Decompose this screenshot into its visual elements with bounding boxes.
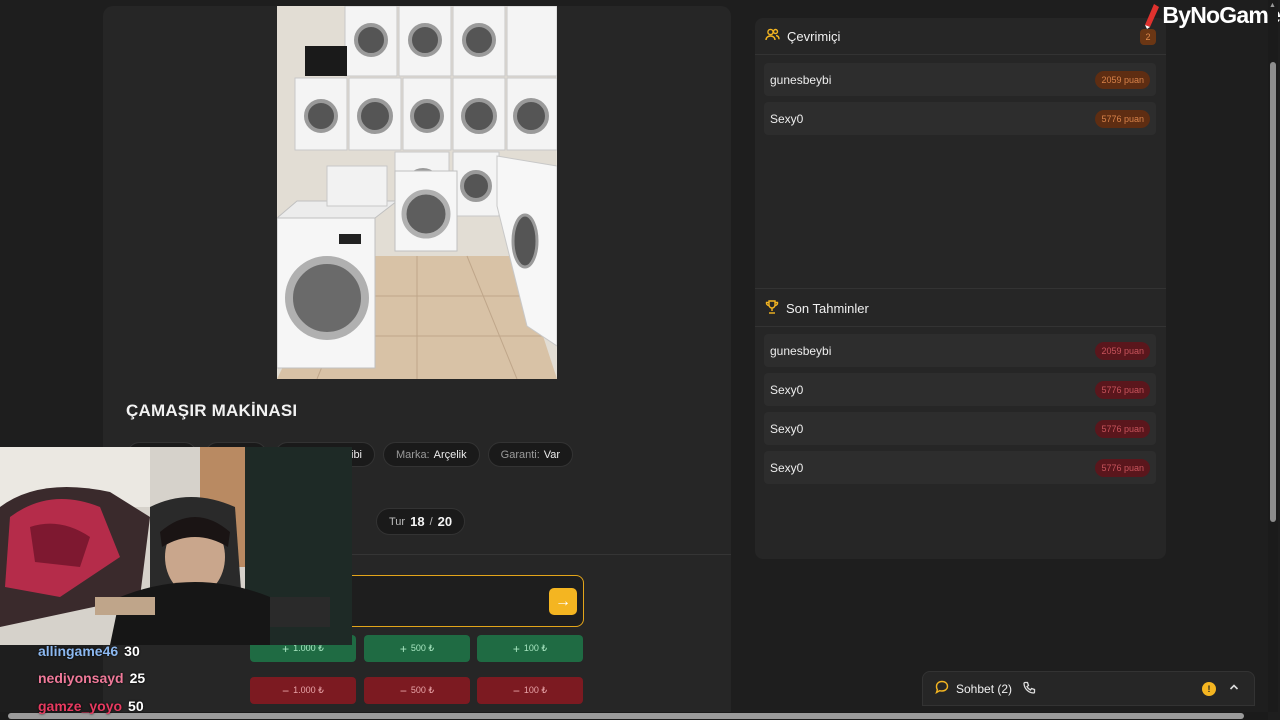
round-indicator: Tur 18 / 20 bbox=[376, 508, 466, 535]
trophy-icon bbox=[765, 299, 779, 317]
recent-guess-row: Sexy0 5776 puan bbox=[764, 373, 1156, 406]
button-label: 100 ₺ bbox=[523, 643, 548, 653]
page: ÇAMAŞIR MAKİNASI Gibi Marka: Arçelik Gar… bbox=[0, 0, 1280, 720]
logo-text: ByNoGame bbox=[1162, 2, 1280, 28]
chat-bubble-icon bbox=[935, 680, 949, 697]
score-badge: 5776 puan bbox=[1095, 380, 1150, 399]
recent-guesses-header: Son Tahminler bbox=[755, 290, 1166, 327]
user-name: gunesbeybi bbox=[770, 72, 832, 87]
online-count-badge: 2 bbox=[1140, 29, 1156, 45]
recent-guess-row: Sexy0 5776 puan bbox=[764, 451, 1156, 484]
score-badge: 2059 puan bbox=[1095, 70, 1150, 89]
stream-chat-score: 30 bbox=[124, 643, 140, 659]
button-label: 1.000 ₺ bbox=[293, 685, 324, 695]
score-badge: 5776 puan bbox=[1095, 419, 1150, 438]
user-name: Sexy0 bbox=[770, 460, 804, 475]
round-separator: / bbox=[429, 515, 433, 528]
stream-chat-line: nediyonsayd 25 bbox=[38, 670, 145, 686]
chat-alert-icon: ! bbox=[1202, 682, 1216, 696]
product-tag-brand: Marka: Arçelik bbox=[383, 442, 480, 467]
scrollbar-thumb[interactable] bbox=[8, 713, 1244, 719]
stream-chat-user: nediyonsayd bbox=[38, 670, 124, 686]
scroll-up-icon[interactable]: ▲ bbox=[1269, 2, 1276, 9]
user-name: Sexy0 bbox=[770, 382, 804, 397]
subtract-500-button[interactable]: − 500 ₺ bbox=[364, 677, 470, 704]
arrow-right-icon: → bbox=[555, 592, 571, 610]
button-label: 100 ₺ bbox=[523, 685, 548, 695]
minus-icon: − bbox=[512, 683, 520, 698]
scrollbar-thumb[interactable] bbox=[1270, 62, 1276, 522]
plus-icon: + bbox=[399, 641, 407, 656]
button-label: 500 ₺ bbox=[410, 643, 435, 653]
recent-guess-row: gunesbeybi 2059 puan bbox=[764, 334, 1156, 367]
add-500-button[interactable]: + 500 ₺ bbox=[364, 635, 470, 662]
section-divider bbox=[755, 288, 1166, 289]
user-name: gunesbeybi bbox=[770, 343, 832, 358]
minus-icon: − bbox=[399, 683, 407, 698]
round-current: 18 bbox=[410, 514, 425, 529]
add-100-button[interactable]: + 100 ₺ bbox=[477, 635, 583, 662]
chevron-up-icon[interactable] bbox=[1228, 681, 1240, 696]
logo-mark-icon bbox=[1145, 3, 1160, 29]
chat-bar[interactable]: Sohbet (2) ! bbox=[922, 671, 1255, 706]
webcam-overlay bbox=[0, 447, 352, 645]
stream-chat-line: allingame46 30 bbox=[38, 643, 140, 659]
recent-guess-row: Sexy0 5776 puan bbox=[764, 412, 1156, 445]
recent-guesses-title: Son Tahminler bbox=[786, 300, 869, 316]
online-header: Çevrimiçi 2 bbox=[755, 18, 1166, 55]
stream-chat-score: 25 bbox=[129, 670, 146, 686]
tag-value: Var bbox=[543, 448, 561, 461]
online-title: Çevrimiçi bbox=[787, 28, 841, 44]
subtract-100-button[interactable]: − 100 ₺ bbox=[477, 677, 583, 704]
tag-label: Marka: bbox=[396, 448, 430, 461]
vertical-scrollbar[interactable]: ▲ bbox=[1268, 0, 1278, 712]
minus-icon: − bbox=[282, 683, 290, 698]
user-name: Sexy0 bbox=[770, 421, 804, 436]
tag-value: Arçelik bbox=[433, 448, 467, 461]
score-badge: 5776 puan bbox=[1095, 458, 1150, 477]
phone-icon[interactable] bbox=[1023, 681, 1036, 697]
score-badge: 5776 puan bbox=[1095, 109, 1150, 128]
stream-chat-score: 50 bbox=[128, 698, 144, 714]
plus-icon: + bbox=[512, 641, 520, 656]
product-image bbox=[277, 6, 557, 379]
submit-guess-button[interactable]: → bbox=[549, 588, 577, 615]
online-user-row: Sexy0 5776 puan bbox=[764, 102, 1156, 135]
user-name: Sexy0 bbox=[770, 111, 804, 126]
product-title: ÇAMAŞIR MAKİNASI bbox=[126, 401, 298, 420]
subtract-1000-button[interactable]: − 1.000 ₺ bbox=[250, 677, 356, 704]
button-label: 500 ₺ bbox=[410, 685, 435, 695]
online-user-row: gunesbeybi 2059 puan bbox=[764, 63, 1156, 96]
stream-chat-overlay: allingame46 30 nediyonsayd 25 gamze_yoyo… bbox=[0, 640, 250, 714]
round-label: Tur bbox=[389, 515, 406, 528]
horizontal-scrollbar[interactable] bbox=[0, 712, 1268, 720]
round-total: 20 bbox=[437, 514, 453, 529]
bynogame-logo: ByNoGame bbox=[1142, 2, 1280, 29]
side-panel: Çevrimiçi 2 gunesbeybi 2059 puan Sexy0 5… bbox=[755, 18, 1166, 559]
score-badge: 2059 puan bbox=[1095, 341, 1150, 360]
users-icon bbox=[765, 28, 780, 44]
product-tag-warranty: Garanti: Var bbox=[487, 442, 574, 467]
chat-label: Sohbet (2) bbox=[956, 681, 1013, 696]
stream-chat-user: gamze_yoyo bbox=[38, 698, 123, 714]
stream-chat-user: allingame46 bbox=[38, 643, 119, 659]
tag-label: Garanti: bbox=[500, 448, 540, 461]
stream-chat-line: gamze_yoyo 50 bbox=[38, 698, 144, 714]
